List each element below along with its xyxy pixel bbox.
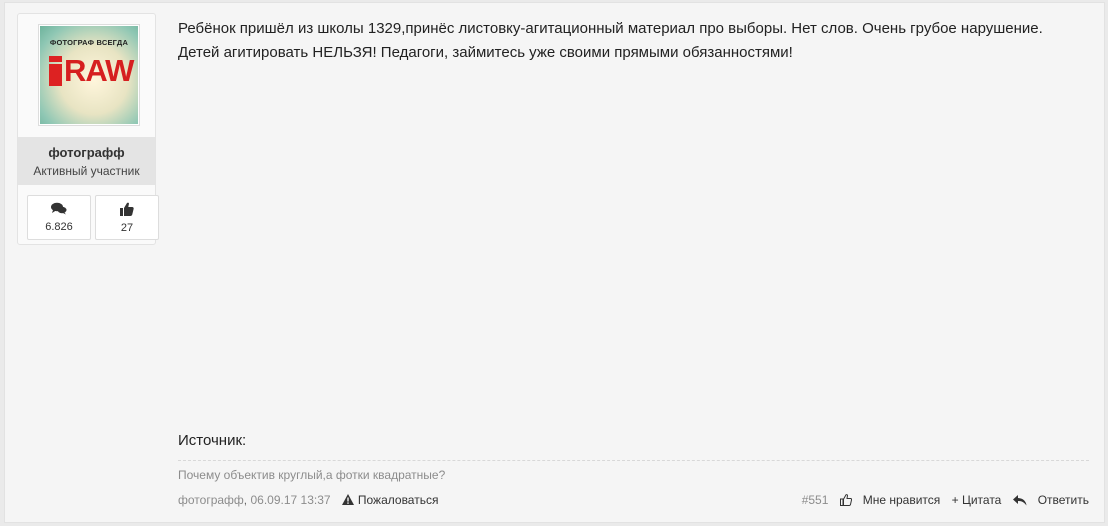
avatar-image: ФОТОГРАФ ВСЕГДА RAW <box>40 26 138 124</box>
quote-button[interactable]: + Цитата <box>952 493 1002 507</box>
avatar-logo-text: RAW <box>64 53 134 88</box>
thumbs-up-outline-icon <box>839 494 852 506</box>
thumbs-up-icon <box>120 202 134 216</box>
avatar-logo-mark <box>49 56 62 86</box>
report-label: Пожаловаться <box>357 493 439 507</box>
avatar-top-text: ФОТОГРАФ ВСЕГДА <box>49 38 129 47</box>
reply-button[interactable]: Ответить <box>1012 493 1089 507</box>
source-label: Источник: <box>178 432 247 449</box>
messages-count: 6.826 <box>45 221 73 233</box>
warning-icon <box>341 494 354 505</box>
post-meta: фотографф, 06.09.17 13:37 Пожаловаться <box>178 493 439 507</box>
report-button[interactable]: Пожаловаться <box>341 493 439 507</box>
user-info-panel: ФОТОГРАФ ВСЕГДА RAW фотографф Активный у… <box>17 13 159 245</box>
post-actions: #551 Мне нравится + Цитата Ответить <box>794 493 1089 507</box>
messages-stat[interactable]: 6.826 <box>27 195 91 240</box>
message-paragraph-1: Ребёнок пришёл из школы 1329,принёс лист… <box>178 20 1043 37</box>
username[interactable]: фотографф <box>18 145 155 160</box>
user-title: Активный участник <box>33 164 140 178</box>
post-author-link[interactable]: фотографф <box>178 493 244 507</box>
like-label: Мне нравится <box>862 493 941 507</box>
avatar[interactable]: ФОТОГРАФ ВСЕГДА RAW <box>38 24 140 126</box>
signature-divider <box>178 460 1089 461</box>
reply-icon <box>1012 495 1027 506</box>
speech-bubbles-icon <box>51 202 67 215</box>
post-number-link[interactable]: #551 <box>802 493 829 507</box>
post-footer: фотографф, 06.09.17 13:37 Пожаловаться #… <box>178 493 1089 511</box>
message-paragraph-2: Детей агитировать НЕЛЬЗЯ! Педагоги, займ… <box>178 44 793 61</box>
post-message: Ребёнок пришёл из школы 1329,принёс лист… <box>178 17 1078 65</box>
likes-stat[interactable]: 27 <box>95 195 159 240</box>
forum-post: ФОТОГРАФ ВСЕГДА RAW фотографф Активный у… <box>4 2 1105 523</box>
likes-count: 27 <box>120 222 134 234</box>
user-signature: Почему объектив круглый,а фотки квадратн… <box>178 468 446 482</box>
like-button[interactable]: Мне нравится <box>839 493 944 507</box>
post-date-link[interactable]: 06.09.17 13:37 <box>250 493 330 507</box>
reply-label: Ответить <box>1037 493 1089 507</box>
